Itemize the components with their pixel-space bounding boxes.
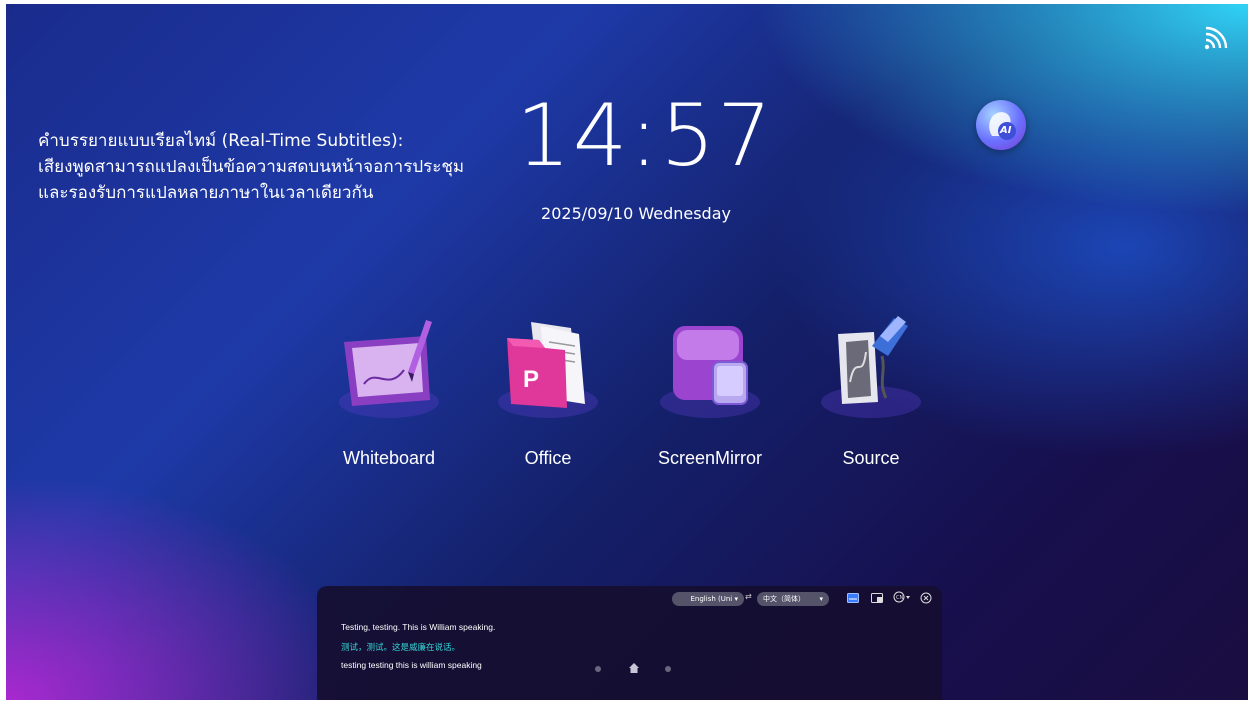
subtitle-transcript: testing testing this is william speaking [341, 660, 482, 670]
back-dot[interactable] [595, 666, 601, 672]
window-icon[interactable] [871, 593, 883, 603]
app-label: Whiteboard [342, 448, 436, 468]
clock-date: 2025/09/10 Wednesday [541, 204, 731, 223]
app-label: Source [842, 448, 900, 468]
whiteboard-icon [339, 320, 439, 418]
cast-icon[interactable] [1202, 26, 1228, 52]
target-language-label: 中文（简体） [763, 595, 805, 603]
source-icon [821, 316, 921, 418]
app-screenmirror[interactable]: ScreenMirror [650, 312, 770, 469]
app-office[interactable]: P Office [488, 312, 608, 469]
home-screen: คำบรรยายแบบเรียลไทม์ (Real-Time Subtitle… [6, 4, 1248, 700]
app-source[interactable]: Source [811, 312, 931, 469]
subtitle-translation: 测试，测试。这是威廉在说话。 [341, 642, 461, 652]
office-icon: P [498, 322, 598, 418]
close-icon[interactable] [920, 592, 932, 604]
target-language-select[interactable]: 中文（简体） ▾ [757, 592, 829, 606]
subtitle-icon[interactable] [847, 593, 859, 603]
subtitle-original: Testing, testing. This is William speaki… [341, 622, 496, 632]
caption-overlay: คำบรรยายแบบเรียลไทม์ (Real-Time Subtitle… [38, 128, 518, 206]
home-icon[interactable] [628, 662, 640, 674]
display-mode-icon[interactable]: CN [893, 591, 911, 603]
app-label: ScreenMirror [657, 448, 763, 468]
recent-dot[interactable] [665, 666, 671, 672]
ai-badge: AI [1000, 125, 1012, 136]
swap-icon[interactable]: ⇄ [745, 592, 752, 601]
app-label: Office [524, 448, 572, 468]
svg-text:P: P [523, 366, 539, 393]
source-language-label: English (Uni [690, 595, 733, 603]
ai-assistant-icon[interactable]: AI [976, 100, 1026, 150]
caption-line: และรองรับการแปลหลายภาษาในเวลาเดียวกัน [38, 183, 374, 203]
app-whiteboard[interactable]: Whiteboard [329, 312, 449, 469]
source-language-select[interactable]: English (Uni ▾ [672, 592, 744, 606]
clock-time: 14:57 [516, 86, 774, 186]
subtitle-panel: English (Uni ▾ ⇄ 中文（简体） ▾ CN Testing, tes… [317, 586, 942, 700]
screen-mirror-icon [660, 326, 760, 418]
caption-line: เสียงพูดสามารถแปลงเป็นข้อความสดบนหน้าจอก… [38, 157, 465, 177]
svg-text:CN: CN [896, 595, 903, 601]
caption-line: คำบรรยายแบบเรียลไทม์ (Real-Time Subtitle… [38, 131, 404, 151]
